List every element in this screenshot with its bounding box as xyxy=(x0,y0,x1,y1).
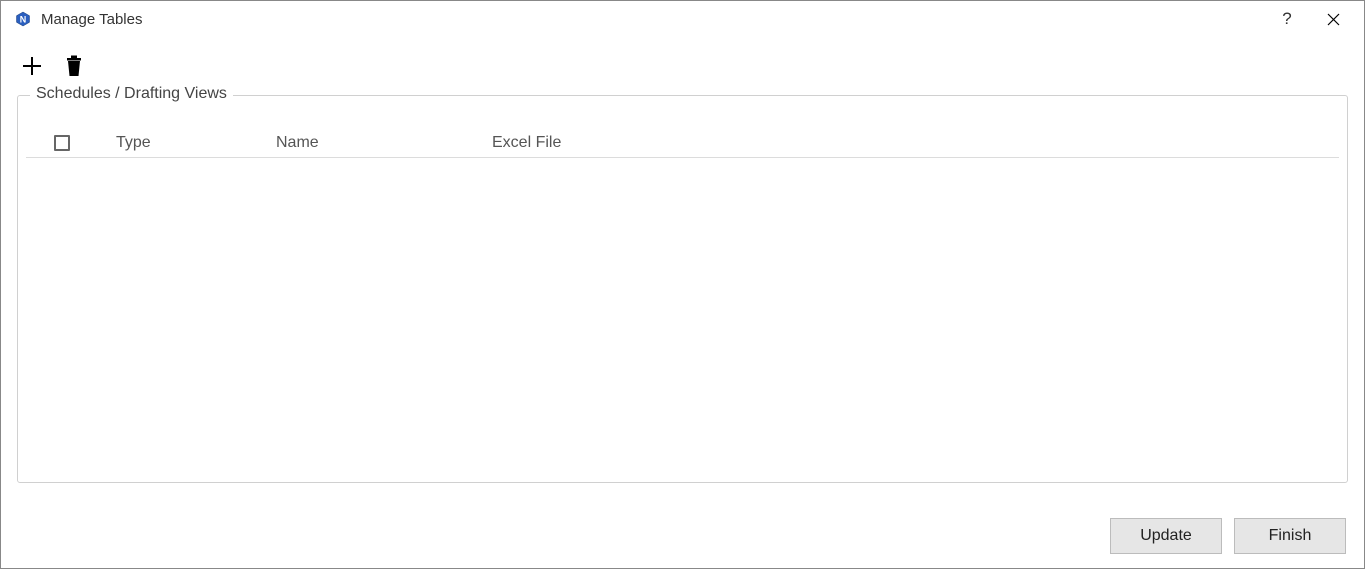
help-button[interactable]: ? xyxy=(1264,1,1310,37)
app-icon: N xyxy=(15,11,31,27)
titlebar: N Manage Tables ? xyxy=(1,1,1364,37)
table-header-row: Type Name Excel File xyxy=(26,128,1339,158)
window-title: Manage Tables xyxy=(41,11,142,28)
dialog-button-row: Update Finish xyxy=(1110,518,1346,554)
column-header-name[interactable]: Name xyxy=(276,134,492,152)
add-button[interactable] xyxy=(19,53,45,79)
close-icon xyxy=(1327,13,1340,26)
svg-text:N: N xyxy=(20,15,27,25)
plus-icon xyxy=(21,55,43,77)
schedules-group: Schedules / Drafting Views Type Name Exc… xyxy=(17,95,1348,483)
column-header-type[interactable]: Type xyxy=(116,134,276,152)
update-button[interactable]: Update xyxy=(1110,518,1222,554)
group-label: Schedules / Drafting Views xyxy=(30,85,233,103)
column-header-excel-file[interactable]: Excel File xyxy=(492,134,1329,152)
toolbar xyxy=(1,37,1364,89)
close-button[interactable] xyxy=(1310,1,1356,37)
select-all-checkbox[interactable] xyxy=(54,135,70,151)
finish-button[interactable]: Finish xyxy=(1234,518,1346,554)
trash-icon xyxy=(64,55,84,77)
delete-button[interactable] xyxy=(61,53,87,79)
